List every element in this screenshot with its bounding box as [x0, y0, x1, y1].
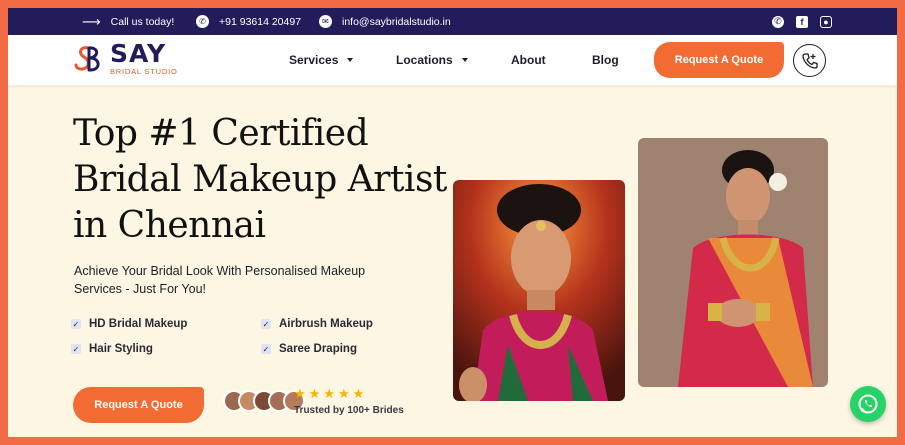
call-us-item: ⟶ Call us today! — [82, 8, 174, 35]
hero-title-line-3: in Chennai — [73, 205, 266, 246]
feature-label: Hair Styling — [89, 343, 153, 355]
hero-title-line-1: Top #1 Certified — [73, 113, 369, 154]
phone-call-icon — [801, 52, 818, 69]
logo-subtitle: BRIDAL STUDIO — [110, 67, 178, 76]
star-icon: ★ — [308, 386, 321, 401]
phone-link[interactable]: ✆ +91 93614 20497 — [196, 8, 301, 35]
chevron-down-icon — [461, 58, 468, 62]
mail-icon: ✉ — [319, 15, 332, 28]
top-contact-bar: ⟶ Call us today! ✆ +91 93614 20497 ✉ inf… — [8, 8, 897, 35]
check-icon: ✓ — [71, 344, 81, 354]
call-us-label: Call us today! — [110, 15, 175, 28]
feature-item: ✓ Airbrush Makeup — [261, 318, 373, 330]
logo-mark-icon — [72, 42, 106, 76]
logo[interactable]: SAY BRIDAL STUDIO — [72, 39, 178, 76]
chevron-down-icon — [347, 58, 354, 62]
social-links: ✆ f ● — [772, 8, 832, 35]
call-button[interactable] — [793, 44, 826, 77]
nav-item-services-label: Services — [289, 53, 339, 67]
trusted-label: Trusted by 100+ Brides — [294, 405, 404, 416]
nav-item-about[interactable]: About — [511, 35, 546, 85]
nav-item-locations[interactable]: Locations — [396, 35, 468, 85]
whatsapp-chat-button[interactable] — [850, 386, 886, 422]
check-icon: ✓ — [261, 344, 271, 354]
feature-label: Airbrush Makeup — [279, 318, 373, 330]
hero-subtitle: Achieve Your Bridal Look With Personalis… — [74, 264, 366, 296]
feature-item: ✓ HD Bridal Makeup — [71, 318, 187, 330]
hero-title-line-2: Bridal Makeup Artist — [73, 159, 447, 200]
logo-name: SAY — [110, 39, 167, 68]
nav-item-blog-label: Blog — [592, 53, 619, 67]
check-icon: ✓ — [71, 319, 81, 329]
whatsapp-icon[interactable]: ✆ — [772, 15, 784, 28]
feature-item: ✓ Hair Styling — [71, 343, 153, 355]
facebook-icon[interactable]: f — [796, 15, 808, 28]
star-icon: ★ — [352, 386, 365, 401]
bride-avatars — [223, 390, 305, 412]
whatsapp-icon — [858, 394, 878, 414]
main-navbar: SAY BRIDAL STUDIO Services Locations Abo… — [8, 35, 897, 85]
phone-icon: ✆ — [196, 15, 209, 28]
check-icon: ✓ — [261, 319, 271, 329]
instagram-icon[interactable]: ● — [820, 15, 832, 28]
email-link[interactable]: ✉ info@saybridalstudio.in — [319, 8, 451, 35]
rating-stars: ★ ★ ★ ★ ★ — [294, 386, 364, 402]
page-frame: ⟶ Call us today! ✆ +91 93614 20497 ✉ inf… — [8, 8, 897, 437]
bride-photo-left — [453, 180, 625, 401]
feature-item: ✓ Saree Draping — [261, 343, 357, 355]
email-address: info@saybridalstudio.in — [342, 15, 451, 28]
arrow-right-icon: ⟶ — [82, 13, 101, 29]
star-icon: ★ — [294, 386, 306, 401]
feature-label: Saree Draping — [279, 343, 357, 355]
phone-number: +91 93614 20497 — [219, 15, 302, 28]
request-quote-button-hero[interactable]: Request A Quote — [73, 387, 204, 423]
nav-item-locations-label: Locations — [396, 53, 453, 67]
feature-label: HD Bridal Makeup — [89, 318, 188, 330]
bride-photo-right — [638, 138, 828, 387]
star-icon: ★ — [323, 386, 335, 401]
nav-item-blog[interactable]: Blog — [592, 35, 619, 85]
nav-item-about-label: About — [511, 53, 546, 67]
star-icon: ★ — [337, 386, 350, 401]
hero-title: Top #1 Certified Bridal Makeup Artist in… — [73, 111, 453, 249]
request-quote-button-nav[interactable]: Request A Quote — [654, 42, 784, 78]
nav-item-services[interactable]: Services — [289, 35, 354, 85]
